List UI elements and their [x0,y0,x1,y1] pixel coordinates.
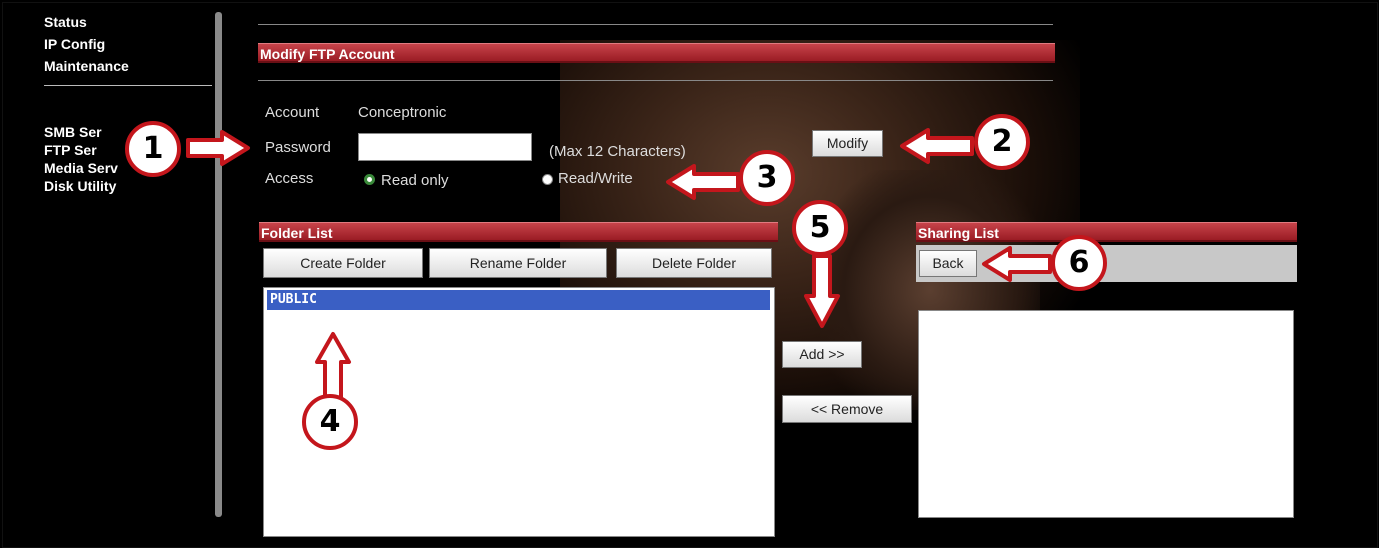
callout-4: 4 [302,394,358,450]
arrow-2-icon [900,128,974,164]
arrow-4-icon [315,332,351,400]
arrow-1-icon [186,130,250,166]
callout-2: 2 [974,114,1030,170]
callout-6: 6 [1051,235,1107,291]
callout-arrows [186,128,1052,400]
callout-1: 1 [125,121,181,177]
arrow-5-icon [804,254,840,328]
callout-3: 3 [739,150,795,206]
callout-5: 5 [792,200,848,256]
arrow-3-icon [666,164,740,200]
arrow-6-icon [982,246,1052,282]
